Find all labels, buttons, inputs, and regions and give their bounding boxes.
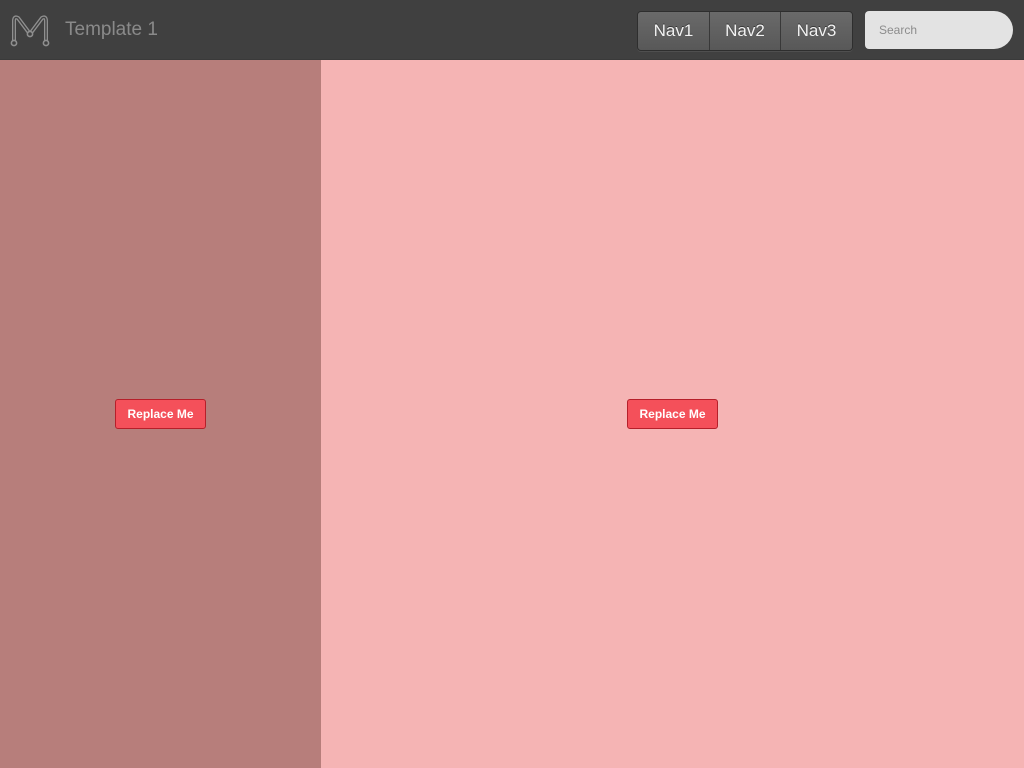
left-pane: Replace Me xyxy=(0,60,321,768)
search-input[interactable] xyxy=(865,11,1013,49)
top-bar: Template 1 Nav1 Nav2 Nav3 xyxy=(0,0,1024,60)
nav2-button[interactable]: Nav2 xyxy=(709,12,780,50)
nav1-button[interactable]: Nav1 xyxy=(638,12,709,50)
nav-button-group: Nav1 Nav2 Nav3 xyxy=(637,11,853,51)
app-title: Template 1 xyxy=(65,19,158,40)
nav3-button[interactable]: Nav3 xyxy=(780,12,852,50)
m-logo-icon[interactable] xyxy=(9,12,51,48)
right-replace-button[interactable]: Replace Me xyxy=(627,399,718,429)
right-pane: Replace Me xyxy=(321,60,1024,768)
left-replace-button[interactable]: Replace Me xyxy=(115,399,206,429)
